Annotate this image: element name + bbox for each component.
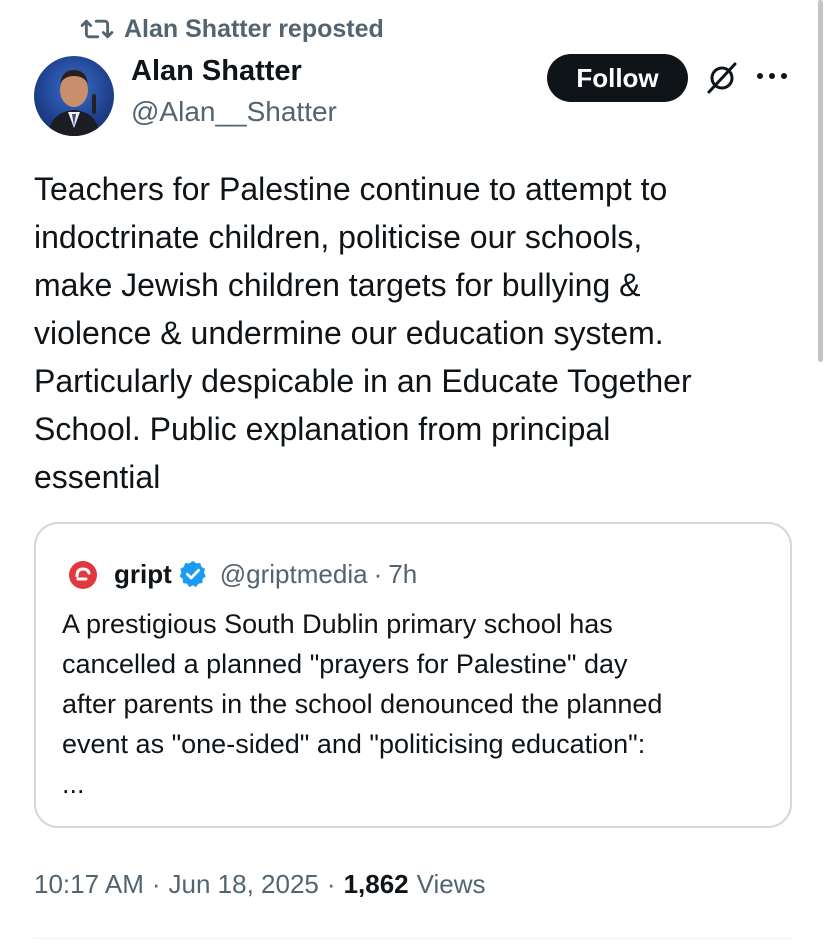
verified-badge-icon xyxy=(179,560,206,588)
views-count[interactable]: 1,862 xyxy=(344,869,409,900)
avatar-portrait xyxy=(48,70,100,136)
quote-line: A prestigious South Dublin primary schoo… xyxy=(62,609,613,639)
gript-logo-icon xyxy=(69,561,97,589)
tweet-line: indoctrinate children, politicise our sc… xyxy=(34,219,643,255)
avatar[interactable] xyxy=(34,56,114,136)
meta-separator: · xyxy=(151,868,161,899)
quote-separator: · xyxy=(373,558,383,589)
more-icon[interactable] xyxy=(752,58,792,94)
views-label: Views xyxy=(416,868,486,899)
quote-tweet-card[interactable]: gript @griptmedia · 7h A prestigious Sou… xyxy=(34,522,792,828)
author-name[interactable]: Alan Shatter xyxy=(131,55,302,88)
quote-line: event as "one-sided" and "politicising e… xyxy=(62,729,646,759)
quote-timestamp[interactable]: 7h xyxy=(388,559,417,590)
tweet-line: Particularly despicable in an Educate To… xyxy=(34,363,692,399)
repost-text: Alan Shatter reposted xyxy=(124,14,384,43)
tweet-line: violence & undermine our education syste… xyxy=(34,315,664,351)
repost-icon xyxy=(80,19,114,39)
quote-line: after parents in the school denounced th… xyxy=(62,689,663,719)
author-handle[interactable]: @Alan__Shatter xyxy=(131,96,337,128)
follow-button[interactable]: Follow xyxy=(547,54,688,102)
tweet-date[interactable]: Jun 18, 2025 xyxy=(169,869,319,900)
meta-separator: · xyxy=(326,868,336,899)
quote-line: cancelled a planned "prayers for Palesti… xyxy=(62,649,628,679)
grok-icon[interactable] xyxy=(704,60,740,96)
quote-text: A prestigious South Dublin primary schoo… xyxy=(62,604,782,804)
tweet-line: make Jewish children targets for bullyin… xyxy=(34,267,641,303)
tweet-metadata: 10:17 AM · Jun 18, 2025 · 1,862 Views xyxy=(34,864,486,904)
tweet-line: Teachers for Palestine continue to attem… xyxy=(34,171,668,207)
scrollbar[interactable] xyxy=(818,0,823,362)
tweet-line: essential xyxy=(34,459,161,495)
repost-indicator[interactable]: Alan Shatter reposted xyxy=(80,12,384,46)
tweet-line: School. Public explanation from principa… xyxy=(34,411,611,447)
tweet-text: Teachers for Palestine continue to attem… xyxy=(34,165,794,501)
quote-author-name[interactable]: gript xyxy=(114,559,172,590)
tweet-time[interactable]: 10:17 AM xyxy=(34,869,144,900)
divider xyxy=(34,938,794,939)
quote-author-handle[interactable]: @griptmedia xyxy=(220,559,368,590)
quote-line: ... xyxy=(62,769,85,799)
quote-header: gript @griptmedia · 7h xyxy=(66,556,417,592)
